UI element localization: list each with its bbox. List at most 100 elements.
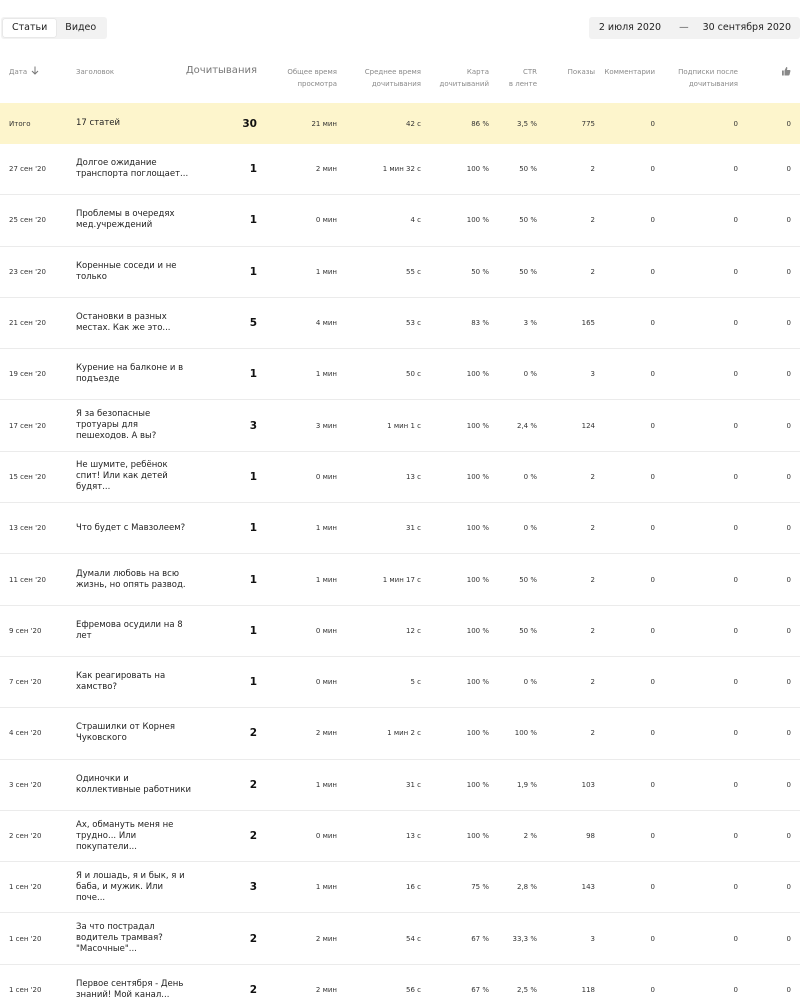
row-avg-time: 4 с [410, 216, 421, 225]
row-reads: 2 [249, 932, 257, 945]
row-subscriptions: 0 [733, 985, 738, 994]
row-title-link[interactable]: Курение на балконе и в подъезде [76, 349, 191, 399]
row-title-link[interactable]: Как реагировать на хамство? [76, 657, 191, 707]
row-title-link[interactable]: Проблемы в очередях мед.учреждений [76, 195, 191, 245]
row-title-link[interactable]: Коренные соседи и не только [76, 247, 191, 297]
row-ctr: 50 % [519, 165, 537, 174]
row-date: 4 сен '20 [9, 729, 42, 738]
row-likes: 0 [786, 832, 791, 840]
tab-video[interactable]: Видео [56, 19, 105, 37]
row-subscriptions: 0 [733, 216, 738, 225]
date-from[interactable]: 2 июля 2020 [589, 17, 671, 39]
row-avg-time: 13 с [406, 472, 421, 481]
table-row[interactable]: 15 сен '20 Не шумите, ребёнок спит! Или … [0, 452, 800, 504]
table-row[interactable]: 1 сен '20 За что пострадал водитель трам… [0, 913, 800, 965]
table-row[interactable]: 19 сен '20 Курение на балконе и в подъез… [0, 349, 800, 401]
row-total-time: 0 мин [315, 472, 337, 481]
row-likes: 0 [786, 472, 791, 481]
row-title-link[interactable]: Не шумите, ребёнок спит! Или как детей б… [76, 452, 191, 502]
column-header-ctr[interactable]: CTR в ленте [490, 56, 537, 103]
row-read-map: 83 % [471, 319, 489, 328]
row-date: 27 сен '20 [9, 165, 46, 174]
date-range-picker: 2 июля 2020 — 30 сентября 2020 [588, 17, 800, 39]
row-comments: 0 [650, 678, 655, 687]
row-title-link[interactable]: Остановки в разных местах. Как же это... [76, 298, 191, 348]
row-shows: 2 [590, 472, 595, 481]
row-shows: 2 [590, 575, 595, 584]
tab-articles[interactable]: Статьи [3, 19, 57, 37]
sort-arrow-down-icon[interactable] [31, 66, 39, 79]
table-row[interactable]: 21 сен '20 Остановки в разных местах. Ка… [0, 298, 800, 350]
totals-articles-count: 17 статей [76, 118, 121, 128]
table-row[interactable]: 7 сен '20 Как реагировать на хамство? 1 … [0, 657, 800, 709]
column-header-ctr-line1: CTR [522, 68, 537, 76]
totals-shows: 775 [581, 119, 595, 128]
date-separator: — [679, 22, 689, 33]
column-header-shows[interactable]: Показы [540, 56, 595, 103]
row-title-link[interactable]: Я и лошадь, я и бык, я и баба, и мужик. … [76, 862, 191, 912]
table-row[interactable]: 13 сен '20 Что будет с Мавзолеем? 1 1 ми… [0, 503, 800, 555]
row-reads: 1 [249, 214, 257, 227]
table-row[interactable]: 23 сен '20 Коренные соседи и не только 1… [0, 247, 800, 298]
row-ctr: 2,5 % [516, 985, 537, 994]
row-title-link[interactable]: Ефремова осудили на 8 лет [76, 606, 191, 656]
row-avg-time: 5 с [410, 678, 421, 687]
table-row[interactable]: 17 сен '20 Я за безопасные тротуары для … [0, 400, 800, 452]
column-header-total-time-line1: Общее время [287, 68, 337, 76]
row-title-link[interactable]: Страшилки от Корнея Чуковского [76, 708, 191, 758]
row-shows: 2 [590, 678, 595, 687]
thumbs-up-icon [781, 66, 791, 80]
column-header-total-time[interactable]: Общее время просмотра [260, 56, 337, 103]
date-to[interactable]: 30 сентября 2020 [697, 17, 800, 39]
table-row[interactable]: 1 сен '20 Первое сентября - День знаний!… [0, 965, 800, 997]
column-header-avg-time[interactable]: Среднее время дочитывания [340, 56, 421, 103]
row-title-link[interactable]: Одиночки и коллективные работники [76, 760, 191, 810]
table-row[interactable]: 25 сен '20 Проблемы в очередях мед.учреж… [0, 195, 800, 247]
table-row[interactable]: 1 сен '20 Я и лошадь, я и бык, я и баба,… [0, 862, 800, 914]
row-title-link[interactable]: Что будет с Мавзолеем? [76, 503, 191, 553]
table-row[interactable]: 27 сен '20 Долгое ожидание транспорта по… [0, 144, 800, 196]
column-header-read-map[interactable]: Карта дочитываний [430, 56, 489, 103]
row-reads: 1 [249, 368, 257, 381]
column-header-title[interactable]: Заголовок [76, 56, 191, 103]
totals-ctr: 3,5 % [516, 119, 537, 128]
totals-read-map: 86 % [471, 119, 489, 128]
table-row[interactable]: 3 сен '20 Одиночки и коллективные работн… [0, 760, 800, 811]
row-subscriptions: 0 [733, 883, 738, 892]
column-header-comments[interactable]: Комментарии [600, 56, 655, 103]
row-date: 17 сен '20 [9, 421, 46, 430]
row-comments: 0 [650, 832, 655, 840]
table-row[interactable]: 4 сен '20 Страшилки от Корнея Чуковского… [0, 708, 800, 760]
column-header-reads[interactable]: Дочитывания [180, 56, 257, 103]
row-title-link[interactable]: За что пострадал водитель трамвая? "Масо… [76, 913, 191, 963]
row-comments: 0 [650, 421, 655, 430]
row-title-link[interactable]: Думали любовь на всю жизнь, но опять раз… [76, 554, 191, 604]
row-reads: 2 [249, 830, 257, 842]
row-subscriptions: 0 [733, 524, 738, 533]
table-row[interactable]: 11 сен '20 Думали любовь на всю жизнь, н… [0, 554, 800, 606]
row-title-link[interactable]: Первое сентября - День знаний! Мой канал… [76, 965, 191, 997]
row-comments: 0 [650, 780, 655, 789]
row-title-link[interactable]: Долгое ожидание транспорта поглощает... [76, 144, 191, 194]
row-read-map: 100 % [466, 524, 489, 533]
row-likes: 0 [786, 370, 791, 379]
table-row[interactable]: 9 сен '20 Ефремова осудили на 8 лет 1 0 … [0, 606, 800, 657]
row-title-link[interactable]: Я за безопасные тротуары для пешеходов. … [76, 400, 191, 450]
row-likes: 0 [786, 985, 791, 994]
totals-row: Итого 17 статей 30 21 мин 42 с 86 % 3,5 … [0, 103, 800, 144]
column-header-likes[interactable] [745, 56, 791, 103]
row-shows: 165 [581, 319, 595, 328]
column-header-date[interactable]: Дата [9, 56, 69, 103]
row-date: 9 сен '20 [9, 626, 42, 635]
table-header: Дата Заголовок Дочитывания Общее время пр… [0, 56, 800, 103]
row-title-link[interactable]: Ах, обмануть меня не трудно... Или покуп… [76, 811, 191, 861]
row-read-map: 100 % [466, 678, 489, 687]
row-comments: 0 [650, 626, 655, 635]
table-row[interactable]: 2 сен '20 Ах, обмануть меня не трудно...… [0, 811, 800, 863]
column-header-subscriptions[interactable]: Подписки после дочитывания [660, 56, 738, 103]
row-comments: 0 [650, 575, 655, 584]
row-total-time: 4 мин [315, 319, 337, 328]
row-comments: 0 [650, 985, 655, 994]
row-avg-time: 1 мин 17 с [382, 575, 421, 584]
row-ctr: 0 % [523, 524, 537, 533]
